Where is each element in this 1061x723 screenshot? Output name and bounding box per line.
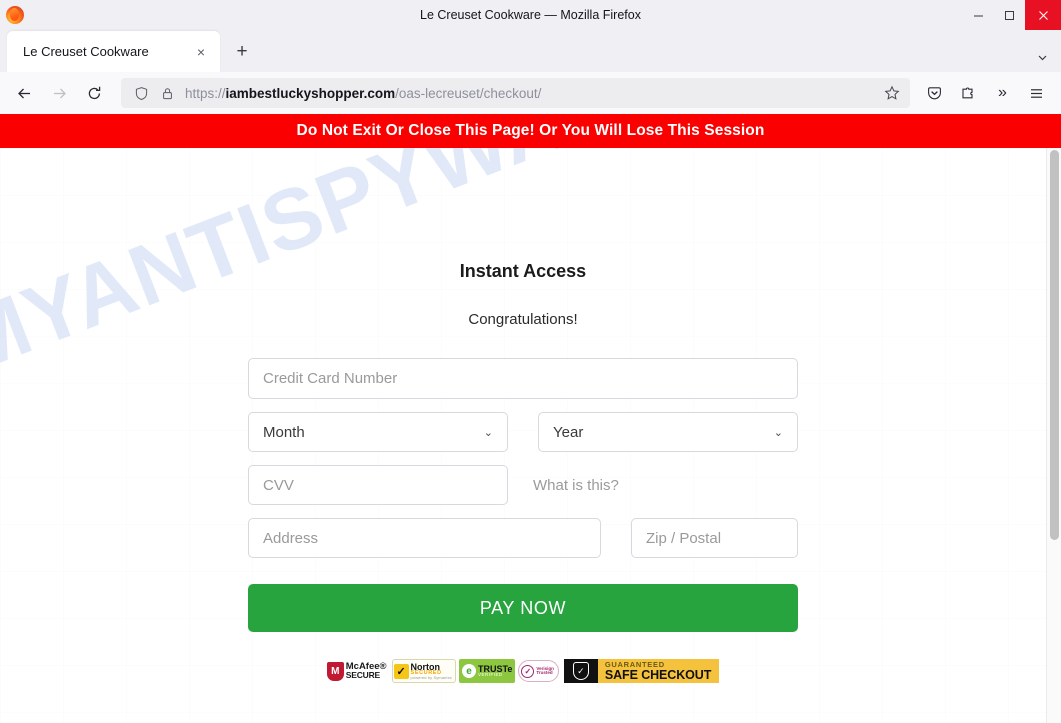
session-warning-banner: Do Not Exit Or Close This Page! Or You W…: [0, 114, 1061, 148]
extensions-puzzle-icon[interactable]: [952, 77, 985, 110]
credit-card-number-input[interactable]: Credit Card Number: [248, 358, 798, 399]
chevron-down-icon: ⌄: [483, 426, 493, 439]
firefox-logo-icon: [6, 6, 24, 24]
url-text[interactable]: https://iambestluckyshopper.com/oas-lecr…: [181, 86, 876, 101]
url-domain: iambestluckyshopper.com: [225, 85, 396, 101]
back-button[interactable]: [8, 77, 41, 110]
page-canvas: MYANTISPYWARE.COM Instant Access Congrat…: [0, 148, 1046, 723]
minimize-button[interactable]: [963, 0, 994, 30]
expiry-year-select[interactable]: Year ⌄: [538, 412, 798, 452]
mcafee-secure-badge: M McAfee® SECURE: [326, 659, 389, 683]
checkout-form: Instant Access Congratulations! Credit C…: [248, 148, 798, 683]
expiry-month-select[interactable]: Month ⌄: [248, 412, 508, 452]
lock-icon[interactable]: [155, 81, 179, 105]
shield-check-icon: ✓: [572, 662, 589, 680]
window-controls: [963, 0, 1061, 30]
close-window-button[interactable]: [1025, 0, 1061, 30]
mcafee-shield-icon: M: [326, 661, 344, 681]
guaranteed-safe-checkout-badge: ✓ GUARANTEED SAFE CHECKOUT: [563, 659, 720, 683]
verisign-text: Verisign Trusted: [536, 666, 554, 676]
app-menu-icon[interactable]: [1020, 77, 1053, 110]
mcafee-line2: SECURE: [345, 670, 380, 681]
new-tab-button[interactable]: +: [226, 36, 258, 68]
safe-checkout-shield-container: ✓: [563, 659, 598, 683]
tab-strip: Le Creuset Cookware × +: [0, 30, 1061, 72]
forward-button[interactable]: [43, 77, 76, 110]
address-input[interactable]: Address: [248, 518, 601, 558]
norton-line3: powered by Symantec: [410, 674, 453, 680]
tab-title: Le Creuset Cookware: [23, 44, 149, 59]
browser-tab[interactable]: Le Creuset Cookware ×: [7, 31, 220, 72]
maximize-button[interactable]: [994, 0, 1025, 30]
url-path: /oas-lecreuset/checkout/: [395, 85, 542, 101]
expiry-year-value: Year: [553, 423, 584, 441]
page-scrollbar[interactable]: [1046, 148, 1061, 723]
navigation-toolbar: https://iambestluckyshopper.com/oas-lecr…: [0, 72, 1061, 114]
list-all-tabs-icon[interactable]: [1036, 51, 1049, 64]
zip-postal-input[interactable]: Zip / Postal: [631, 518, 798, 558]
norton-text: Norton SECURED powered by Symantec: [410, 662, 453, 680]
truste-verified-badge: e TRUSTe VERIFIED: [459, 659, 516, 683]
verisign-trusted-badge: ✓ Verisign Trusted: [518, 660, 559, 682]
norton-check-icon: ✓: [393, 663, 409, 679]
url-scheme: https://: [185, 85, 226, 101]
expiry-month-value: Month: [263, 423, 305, 441]
cvv-row: CVV What is this?: [248, 465, 798, 505]
url-bar[interactable]: https://iambestluckyshopper.com/oas-lecr…: [121, 78, 910, 108]
card-number-row: Credit Card Number: [248, 358, 798, 399]
field-spacer: [508, 412, 538, 452]
norton-secured-badge: ✓ Norton SECURED powered by Symantec: [391, 659, 457, 683]
verisign-check-icon: ✓: [521, 664, 535, 678]
tab-close-icon[interactable]: ×: [190, 41, 212, 63]
cvv-input[interactable]: CVV: [248, 465, 508, 505]
truste-text: TRUSTe VERIFIED: [478, 664, 512, 677]
toolbar-actions: »: [918, 77, 1053, 110]
shield-icon[interactable]: [129, 81, 153, 105]
pay-now-button[interactable]: PAY NOW: [248, 584, 798, 632]
overflow-chevrons-icon[interactable]: »: [986, 77, 1019, 110]
trust-badges: M McAfee® SECURE ✓ Norton SECURED powere…: [248, 659, 798, 683]
safe-checkout-line2: SAFE CHECKOUT: [604, 667, 712, 682]
scrollbar-thumb[interactable]: [1050, 150, 1059, 540]
page-content: MYANTISPYWARE.COM Instant Access Congrat…: [0, 148, 1061, 723]
bookmark-star-icon[interactable]: [878, 79, 906, 107]
mcafee-text: McAfee® SECURE: [345, 662, 387, 681]
window-titlebar: Le Creuset Cookware — Mozilla Firefox: [0, 0, 1061, 30]
congratulations-text: Congratulations!: [468, 311, 578, 328]
reload-button[interactable]: [78, 77, 111, 110]
page-title: Instant Access: [459, 261, 587, 281]
pocket-icon[interactable]: [918, 77, 951, 110]
what-is-this-link[interactable]: What is this?: [508, 465, 619, 505]
window-title: Le Creuset Cookware — Mozilla Firefox: [420, 8, 641, 22]
verisign-line2: Trusted: [536, 670, 553, 675]
safe-checkout-text: GUARANTEED SAFE CHECKOUT: [597, 659, 720, 683]
expiry-row: Month ⌄ Year ⌄: [248, 412, 798, 452]
field-spacer: [601, 518, 631, 558]
address-row: Address Zip / Postal: [248, 518, 798, 558]
chevron-down-icon: ⌄: [773, 426, 783, 439]
truste-circle-icon: e: [462, 664, 477, 678]
